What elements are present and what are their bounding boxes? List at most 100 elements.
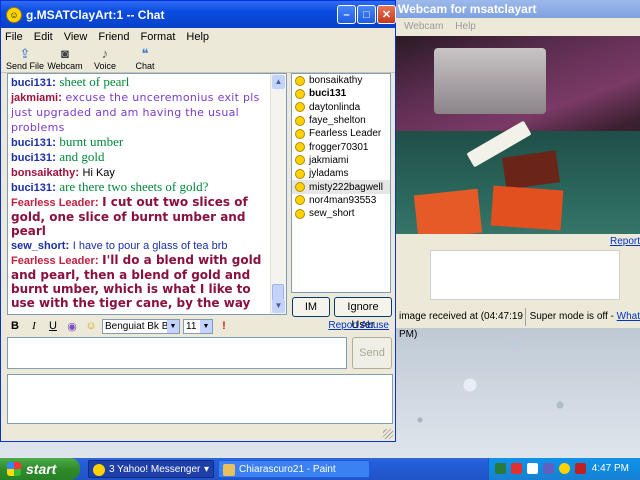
user-name: misty222bagwell xyxy=(309,181,383,193)
chat-title-bar[interactable]: ☺ g.MSATClayArt:1 -- Chat – □ ✕ xyxy=(1,1,396,28)
super-mode-what-link[interactable]: What xyxy=(617,311,640,322)
menu-help[interactable]: Help xyxy=(186,31,209,43)
user-smiley-icon xyxy=(295,195,305,206)
menu-view[interactable]: View xyxy=(64,31,88,43)
buzz-icon[interactable]: ! xyxy=(216,320,232,332)
message-nick[interactable]: bonsaikathy xyxy=(11,167,75,179)
chat-message: Fearless Leader: I cut out two slices of… xyxy=(11,195,273,238)
message-separator: : xyxy=(65,238,73,252)
message-text: sheet of pearl xyxy=(59,74,130,89)
italic-icon[interactable]: I xyxy=(26,320,42,332)
user-list[interactable]: bonsaikathy buci131 daytonlinda faye_shelto… xyxy=(291,73,391,293)
menu-edit[interactable]: Edit xyxy=(34,31,53,43)
user-name: jyladams xyxy=(309,168,349,180)
voice-button[interactable]: ♪ Voice xyxy=(85,45,125,72)
report-abuse-link[interactable]: Report Abuse xyxy=(328,320,389,331)
chat-message: buci131: sheet of pearl xyxy=(11,75,273,90)
chat-log-scrollbar[interactable]: ▲ ▼ xyxy=(270,74,286,314)
message-input[interactable] xyxy=(7,337,347,369)
webcam-title[interactable]: Webcam for msatclayart xyxy=(396,0,640,18)
gold-clay-slice-image xyxy=(413,188,483,234)
send-file-button[interactable]: ⇪ Send File xyxy=(5,45,45,72)
taskbar-item-yahoo-messenger[interactable]: 3 Yahoo! Messenger ▾ xyxy=(88,460,214,478)
ignore-user-button[interactable]: Ignore User xyxy=(334,297,392,331)
user-smiley-icon xyxy=(295,182,305,193)
user-list-item[interactable]: misty222bagwell xyxy=(292,180,390,194)
system-tray: 4:47 PM xyxy=(488,458,640,480)
taskbar-item-label: Chiarascuro21 - Paint xyxy=(239,464,336,475)
message-text: are there two sheets of gold? xyxy=(59,179,209,194)
user-list-item[interactable]: faye_shelton xyxy=(292,114,390,127)
color-palette-icon[interactable]: ◉ xyxy=(64,320,80,333)
pasta-machine-image xyxy=(434,48,546,114)
microphone-icon: ♪ xyxy=(101,46,109,61)
menu-webcam-help[interactable]: Help xyxy=(455,21,476,32)
chat-message: Fearless Leader: I'll do a blend with go… xyxy=(11,253,273,310)
maximize-button[interactable]: □ xyxy=(357,5,376,24)
webcam-menu-bar: Webcam Help xyxy=(396,18,640,34)
chat-button[interactable]: ❝ Chat xyxy=(125,45,165,72)
user-list-item[interactable]: nor4man93553 xyxy=(292,194,390,207)
send-file-label: Send File xyxy=(5,61,45,71)
webcam-button[interactable]: ◙ Webcam xyxy=(45,45,85,72)
menu-friend[interactable]: Friend xyxy=(98,31,129,43)
message-nick[interactable]: buci131 xyxy=(11,77,52,89)
user-list-item[interactable]: Fearless Leader xyxy=(292,127,390,140)
message-nick[interactable]: Fearless Leader xyxy=(11,255,95,267)
menu-file[interactable]: File xyxy=(5,31,23,43)
webcam-info-box xyxy=(430,250,620,300)
taskbar: start 3 Yahoo! Messenger ▾ Chiarascuro21… xyxy=(0,458,640,480)
font-name-select[interactable]: Benguiat Bk BT ▼ xyxy=(102,318,180,334)
chat-message: bonsaikathy: Hi Kay xyxy=(11,165,273,180)
message-nick[interactable]: buci131 xyxy=(11,137,52,149)
messenger-tray-icon[interactable] xyxy=(559,463,570,474)
bold-icon[interactable]: B xyxy=(7,320,23,332)
webcam-video-image xyxy=(396,36,640,234)
user-smiley-icon xyxy=(295,208,305,219)
scroll-down-arrow-icon[interactable]: ▼ xyxy=(272,299,285,313)
menu-webcam[interactable]: Webcam xyxy=(404,21,443,32)
network-icon[interactable] xyxy=(495,463,506,474)
security-tray-icon[interactable] xyxy=(575,463,586,474)
chat-log[interactable]: buci131: sheet of pearl jakmiami: excuse … xyxy=(7,73,287,315)
antivirus-icon[interactable] xyxy=(511,463,522,474)
message-nick[interactable]: sew_short xyxy=(11,240,65,252)
font-size-select[interactable]: 11 ▼ xyxy=(183,318,213,334)
user-list-item[interactable]: bonsaikathy xyxy=(292,74,390,87)
message-nick[interactable]: buci131 xyxy=(11,152,52,164)
emoticon-icon[interactable]: ☺ xyxy=(83,320,99,332)
chat-messages: buci131: sheet of pearl jakmiami: excuse … xyxy=(11,75,273,311)
tray-app-icon[interactable] xyxy=(543,463,554,474)
super-mode-status: Super mode is off - What xyxy=(526,308,640,326)
user-list-item[interactable]: daytonlinda xyxy=(292,101,390,114)
user-list-item[interactable]: frogger70301 xyxy=(292,140,390,153)
underline-icon[interactable]: U xyxy=(45,320,61,332)
user-name: jakmiami xyxy=(309,154,349,166)
user-list-item[interactable]: jakmiami xyxy=(292,154,390,167)
message-separator: : xyxy=(75,165,83,179)
volume-icon[interactable] xyxy=(527,463,538,474)
message-nick[interactable]: buci131 xyxy=(11,182,52,194)
user-list-item[interactable]: buci131 xyxy=(292,87,390,100)
user-list-item[interactable]: jyladams xyxy=(292,167,390,180)
resize-grip-icon[interactable] xyxy=(383,429,393,439)
message-nick[interactable]: jakmiami xyxy=(11,92,58,104)
voice-label: Voice xyxy=(93,61,117,71)
user-list-item[interactable]: sew_short xyxy=(292,207,390,220)
user-name: frogger70301 xyxy=(309,141,369,153)
menu-format[interactable]: Format xyxy=(141,31,176,43)
image-received-status: image received at (04:47:19 PM) xyxy=(396,308,526,340)
minimize-button[interactable]: – xyxy=(337,5,356,24)
webcam-label: Webcam xyxy=(47,61,83,71)
close-button[interactable]: ✕ xyxy=(377,5,396,24)
taskbar-item-paint[interactable]: Chiarascuro21 - Paint xyxy=(218,460,370,478)
im-button[interactable]: IM xyxy=(292,297,330,317)
webcam-report-link[interactable]: Report xyxy=(610,236,640,247)
start-button[interactable]: start xyxy=(0,458,80,480)
user-name: buci131 xyxy=(309,88,347,100)
user-name: daytonlinda xyxy=(309,101,361,113)
scroll-up-arrow-icon[interactable]: ▲ xyxy=(272,75,285,89)
message-nick[interactable]: Fearless Leader xyxy=(11,197,95,209)
send-button[interactable]: Send xyxy=(352,337,392,369)
chat-message: buci131: and gold xyxy=(11,150,273,165)
